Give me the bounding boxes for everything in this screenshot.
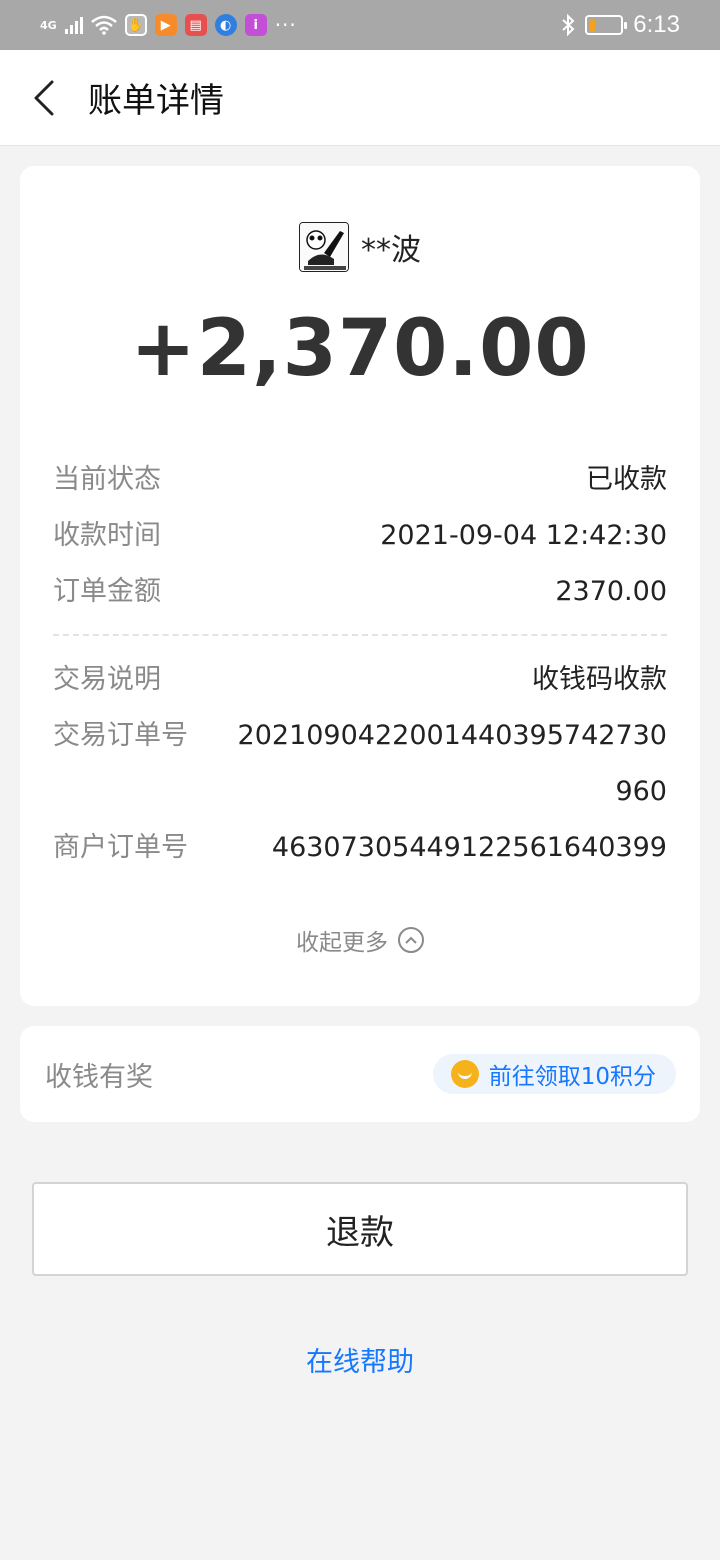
- row-label: 当前状态: [53, 464, 161, 495]
- row-label: 交易说明: [53, 664, 161, 695]
- collapse-more-button[interactable]: 收起更多: [20, 923, 700, 957]
- claim-points-button[interactable]: 前往领取10积分: [432, 1054, 676, 1094]
- row-value[interactable]: 46307305449122561640399: [272, 820, 667, 876]
- collapse-label: 收起更多: [296, 930, 388, 956]
- avatar[interactable]: [299, 222, 349, 272]
- bill-detail-card: **波 +2,370.00 当前状态 已收款 收款时间 2021-09-04 1…: [20, 166, 700, 1006]
- row-value: 收钱码收款: [532, 664, 667, 695]
- reward-label: 收钱有奖: [45, 1061, 153, 1093]
- payer-info: **波: [20, 222, 700, 272]
- claim-points-label: 前往领取10积分: [488, 1064, 656, 1090]
- row-value[interactable]: 20210904220014403957427309​60: [237, 708, 667, 820]
- row-transaction-id: 交易订单号 20210904220014403957427309​60: [53, 708, 667, 820]
- purple-app-icon: i: [244, 14, 267, 36]
- refund-button[interactable]: 退款: [32, 1182, 688, 1276]
- panda-avatar-image: [300, 223, 348, 271]
- chevron-left-icon: [34, 80, 54, 115]
- chevron-up-icon: [398, 927, 424, 953]
- reader-app-icon: ▤: [184, 14, 207, 36]
- row-value: 已收款: [586, 464, 667, 495]
- video-app-icon: ▶: [154, 14, 177, 36]
- back-button[interactable]: [4, 50, 84, 146]
- clock: 6:13: [633, 11, 680, 38]
- reward-card: 收钱有奖 前往领取10积分: [20, 1026, 700, 1122]
- browser-app-icon: ◐: [214, 14, 237, 36]
- row-label: 交易订单号: [53, 720, 188, 751]
- bluetooth-icon: [562, 14, 575, 36]
- row-receive-time: 收款时间 2021-09-04 12:42:30: [53, 508, 667, 564]
- detail-rows: 当前状态 已收款 收款时间 2021-09-04 12:42:30 订单金额 2…: [53, 452, 667, 876]
- row-label: 收款时间: [53, 520, 161, 551]
- wifi-icon: [90, 15, 117, 35]
- amount: +2,370.00: [130, 304, 590, 394]
- signal-icon: [64, 16, 83, 34]
- online-help-link[interactable]: 在线帮助: [0, 1340, 720, 1379]
- more-notifications-icon: ···: [274, 13, 297, 37]
- row-label: 商户订单号: [53, 832, 188, 863]
- status-bar: 4G ✋ ▶ ▤ ◐ i ··· 6:13: [0, 0, 720, 50]
- row-label: 订单金额: [53, 576, 161, 607]
- row-merchant-order-id: 商户订单号 46307305449122561640399: [53, 820, 667, 876]
- battery-icon: [585, 15, 628, 35]
- page-title: 账单详情: [88, 81, 224, 121]
- network-indicator: 4G: [40, 18, 57, 32]
- payer-name: **波: [361, 233, 421, 268]
- row-value: 2021-09-04 12:42:30: [380, 520, 667, 551]
- row-order-amount: 订单金额 2370.00: [53, 564, 667, 620]
- dashed-divider: [53, 634, 667, 636]
- coin-icon: [450, 1060, 479, 1088]
- row-value: 2370.00: [555, 576, 667, 607]
- row-description: 交易说明 收钱码收款: [53, 652, 667, 708]
- hand-app-icon: ✋: [124, 14, 147, 36]
- nav-header: 账单详情: [0, 50, 720, 146]
- row-status: 当前状态 已收款: [53, 452, 667, 508]
